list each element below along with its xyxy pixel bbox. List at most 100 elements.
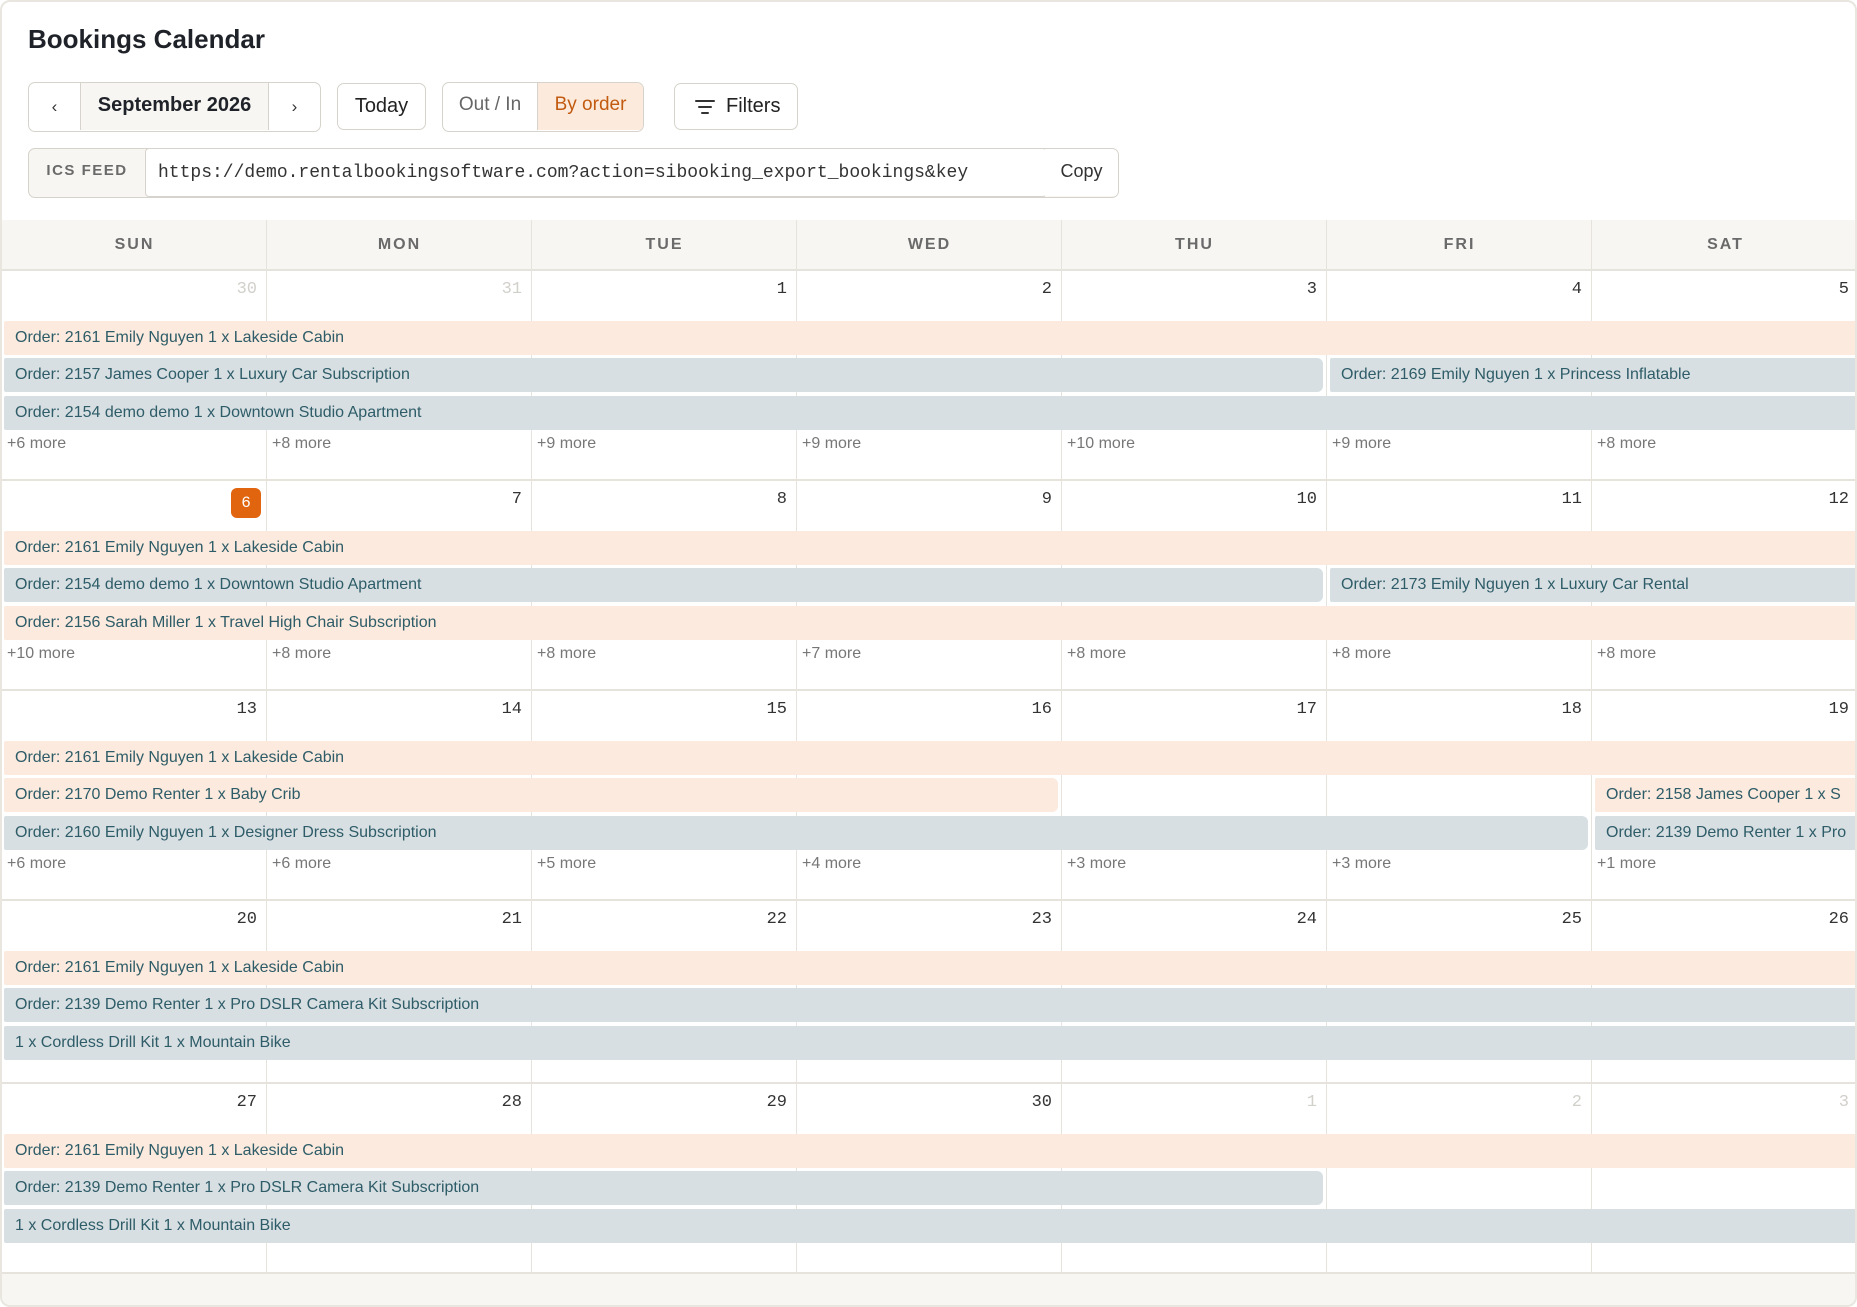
- booking-event-bar[interactable]: Order: 2173 Emily Nguyen 1 x Luxury Car …: [1330, 568, 1855, 602]
- more-events-link[interactable]: +8 more: [1597, 645, 1656, 663]
- booking-event-bar[interactable]: 1 x Cordless Drill Kit 1 x Mountain Bike: [4, 1209, 1855, 1243]
- booking-event-bar[interactable]: Order: 2139 Demo Renter 1 x Pro: [1595, 816, 1855, 850]
- more-events-link[interactable]: +8 more: [272, 435, 331, 453]
- booking-event-bar[interactable]: Order: 2139 Demo Renter 1 x Pro DSLR Cam…: [4, 1171, 1323, 1205]
- weekday-header-fri: FRI: [1443, 236, 1476, 253]
- day-number[interactable]: 23: [1012, 910, 1052, 929]
- day-number[interactable]: 28: [482, 1093, 522, 1112]
- more-events-link[interactable]: +6 more: [7, 855, 66, 873]
- more-events-link[interactable]: +9 more: [802, 435, 861, 453]
- more-events-link[interactable]: +8 more: [1332, 645, 1391, 663]
- more-events-link[interactable]: +8 more: [272, 645, 331, 663]
- grid-row-divider: [2, 269, 1855, 271]
- today-button[interactable]: Today: [337, 83, 426, 130]
- day-number[interactable]: 3: [1809, 1093, 1849, 1112]
- page-title: Bookings Calendar: [28, 24, 265, 54]
- day-number[interactable]: 27: [217, 1093, 257, 1112]
- day-number[interactable]: 18: [1542, 700, 1582, 719]
- prev-month-button[interactable]: ‹: [29, 83, 81, 130]
- weekday-header-sun: SUN: [114, 236, 155, 253]
- ics-feed-label: ICS FEED: [46, 162, 128, 179]
- weekday-header-tue: TUE: [645, 236, 684, 253]
- day-number[interactable]: 24: [1277, 910, 1317, 929]
- weekday-header-mon: MON: [377, 236, 422, 253]
- booking-event-bar[interactable]: Order: 2161 Emily Nguyen 1 x Lakeside Ca…: [4, 1134, 1855, 1168]
- more-events-link[interactable]: +1 more: [1597, 855, 1656, 873]
- day-number[interactable]: 22: [747, 910, 787, 929]
- day-number[interactable]: 1: [747, 280, 787, 299]
- day-number[interactable]: 16: [1012, 700, 1052, 719]
- day-number[interactable]: 14: [482, 700, 522, 719]
- more-events-link[interactable]: +10 more: [1067, 435, 1135, 453]
- copy-ics-button[interactable]: Copy: [1045, 149, 1118, 196]
- ics-feed-url-input[interactable]: [145, 149, 1047, 197]
- day-number[interactable]: 10: [1277, 490, 1317, 509]
- booking-event-bar[interactable]: Order: 2154 demo demo 1 x Downtown Studi…: [4, 396, 1855, 430]
- day-number[interactable]: 29: [747, 1093, 787, 1112]
- more-events-link[interactable]: +7 more: [802, 645, 861, 663]
- more-events-link[interactable]: +8 more: [1597, 435, 1656, 453]
- more-events-link[interactable]: +3 more: [1067, 855, 1126, 873]
- booking-event-bar[interactable]: Order: 2157 James Cooper 1 x Luxury Car …: [4, 358, 1323, 392]
- booking-event-bar[interactable]: Order: 2139 Demo Renter 1 x Pro DSLR Cam…: [4, 988, 1855, 1022]
- day-number[interactable]: 25: [1542, 910, 1582, 929]
- more-events-link[interactable]: +10 more: [7, 645, 75, 663]
- more-events-link[interactable]: +9 more: [1332, 435, 1391, 453]
- day-number[interactable]: 8: [747, 490, 787, 509]
- booking-event-bar[interactable]: Order: 2160 Emily Nguyen 1 x Designer Dr…: [4, 816, 1588, 850]
- grid-row-divider: [2, 689, 1855, 691]
- weekday-header-row: SUN MON TUE WED THU FRI SAT: [2, 220, 1855, 270]
- booking-event-bar[interactable]: Order: 2161 Emily Nguyen 1 x Lakeside Ca…: [4, 741, 1855, 775]
- day-number[interactable]: 31: [482, 280, 522, 299]
- grid-row-divider: [2, 479, 1855, 481]
- day-number[interactable]: 13: [217, 700, 257, 719]
- day-number[interactable]: 21: [482, 910, 522, 929]
- weekday-header-wed: WED: [907, 236, 952, 253]
- booking-event-bar[interactable]: Order: 2156 Sarah Miller 1 x Travel High…: [4, 606, 1855, 640]
- grid-row-divider: [2, 899, 1855, 901]
- booking-event-bar[interactable]: Order: 2169 Emily Nguyen 1 x Princess In…: [1330, 358, 1855, 392]
- day-number[interactable]: 2: [1012, 280, 1052, 299]
- grid-row-divider: [2, 1082, 1855, 1084]
- more-events-link[interactable]: +9 more: [537, 435, 596, 453]
- more-events-link[interactable]: +6 more: [7, 435, 66, 453]
- booking-event-bar[interactable]: Order: 2158 James Cooper 1 x S: [1595, 778, 1855, 812]
- view-out-in-button[interactable]: Out / In: [443, 83, 538, 130]
- view-mode-toggle: Out / In By order: [442, 82, 644, 132]
- booking-event-bar[interactable]: Order: 2161 Emily Nguyen 1 x Lakeside Ca…: [4, 531, 1855, 565]
- day-number[interactable]: 3: [1277, 280, 1317, 299]
- more-events-link[interactable]: +8 more: [537, 645, 596, 663]
- more-events-link[interactable]: +3 more: [1332, 855, 1391, 873]
- filters-button[interactable]: Filters: [674, 83, 798, 130]
- calendar-grid: SUN MON TUE WED THU FRI SAT 30 31 1 2 3 4 5 Order: 21…: [2, 220, 1855, 1305]
- day-number[interactable]: 4: [1542, 280, 1582, 299]
- booking-event-bar[interactable]: Order: 2161 Emily Nguyen 1 x Lakeside Ca…: [4, 951, 1855, 985]
- day-number[interactable]: 11: [1542, 490, 1582, 509]
- day-number[interactable]: 20: [217, 910, 257, 929]
- weekday-header-sat: SAT: [1707, 236, 1744, 253]
- day-number[interactable]: 1: [1277, 1093, 1317, 1112]
- view-by-order-button[interactable]: By order: [538, 83, 643, 130]
- day-number[interactable]: 9: [1012, 490, 1052, 509]
- day-number[interactable]: 15: [747, 700, 787, 719]
- booking-event-bar[interactable]: Order: 2154 demo demo 1 x Downtown Studi…: [4, 568, 1323, 602]
- more-events-link[interactable]: +5 more: [537, 855, 596, 873]
- day-number[interactable]: 7: [482, 490, 522, 509]
- ics-feed-bar: ICS FEED Copy: [28, 148, 1119, 198]
- booking-event-bar[interactable]: 1 x Cordless Drill Kit 1 x Mountain Bike: [4, 1026, 1855, 1060]
- more-events-link[interactable]: +6 more: [272, 855, 331, 873]
- day-number[interactable]: 5: [1809, 280, 1849, 299]
- booking-event-bar[interactable]: Order: 2161 Emily Nguyen 1 x Lakeside Ca…: [4, 321, 1855, 355]
- more-events-link[interactable]: +4 more: [802, 855, 861, 873]
- next-month-button[interactable]: ›: [268, 83, 320, 130]
- day-number[interactable]: 19: [1809, 700, 1849, 719]
- day-number[interactable]: 30: [1012, 1093, 1052, 1112]
- today-day-number[interactable]: 6: [231, 488, 261, 518]
- day-number[interactable]: 17: [1277, 700, 1317, 719]
- booking-event-bar[interactable]: Order: 2170 Demo Renter 1 x Baby Crib: [4, 778, 1058, 812]
- day-number[interactable]: 30: [217, 280, 257, 299]
- day-number[interactable]: 12: [1809, 490, 1849, 509]
- day-number[interactable]: 2: [1542, 1093, 1582, 1112]
- more-events-link[interactable]: +8 more: [1067, 645, 1126, 663]
- day-number[interactable]: 26: [1809, 910, 1849, 929]
